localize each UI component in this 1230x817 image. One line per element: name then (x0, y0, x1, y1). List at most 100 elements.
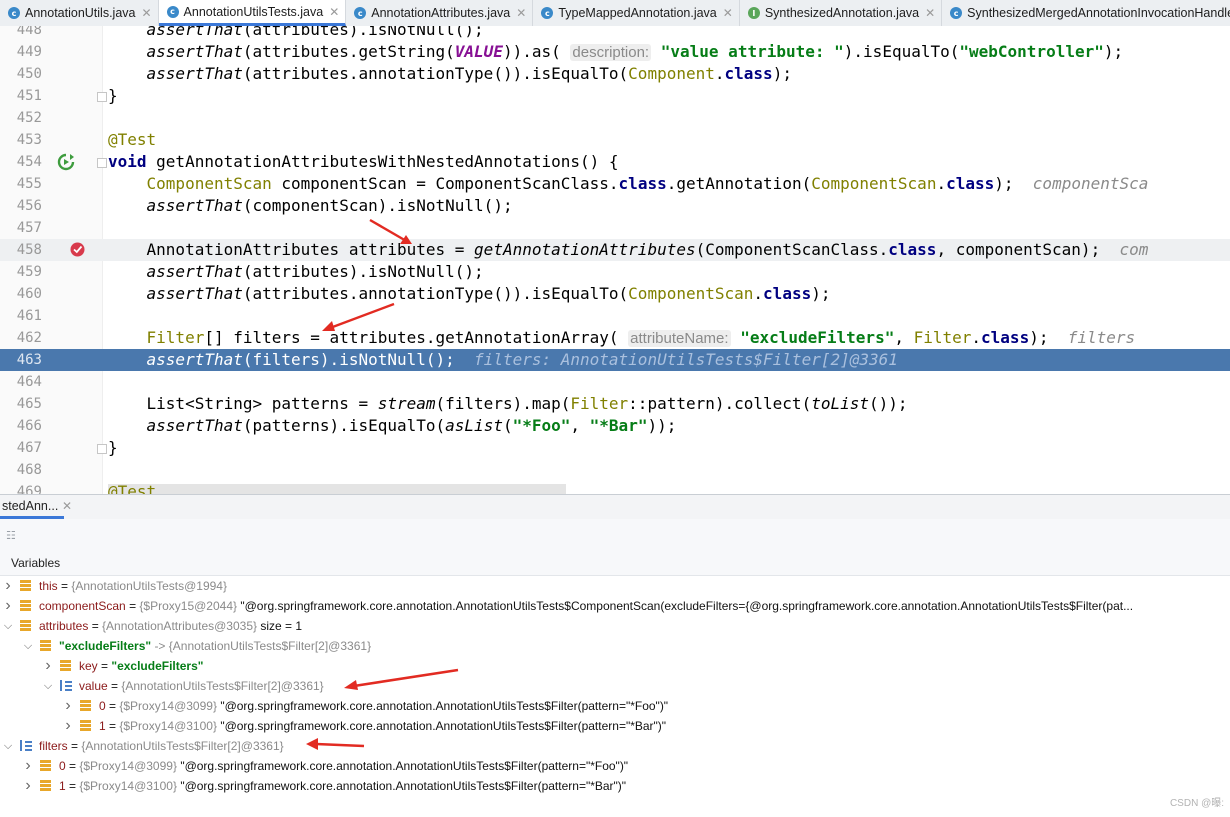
variable-name: 1 (59, 779, 66, 793)
inline-debug-value: filters (1067, 328, 1136, 347)
line-number: 455 (16, 176, 42, 192)
close-icon[interactable]: ✕ (925, 6, 935, 20)
editor-tab-bar: c AnnotationUtils.java ✕ c AnnotationUtilsTe… (0, 0, 1230, 27)
variable-row[interactable]: › componentScan = {$Proxy15@2044} "@org.s… (0, 596, 1230, 616)
fold-marker-icon[interactable] (97, 158, 107, 168)
field-icon (60, 660, 71, 671)
debug-toolbar: ☷ (0, 519, 1230, 549)
field-icon (80, 720, 91, 731)
variables-tree[interactable]: › this = {AnnotationUtilsTests@1994} › com… (0, 576, 1230, 817)
variable-row[interactable]: › key = "excludeFilters" (0, 656, 1230, 676)
chevron-right-icon[interactable]: › (23, 776, 33, 796)
line-number: 467 (16, 440, 42, 456)
code-line[interactable]: 448 assertThat(attributes).isNotNull(); (0, 26, 1230, 41)
close-icon[interactable]: ✕ (62, 499, 72, 513)
chevron-down-icon[interactable]: ⌵ (3, 616, 13, 636)
editor-tab[interactable]: c AnnotationAttributes.java ✕ (346, 0, 534, 26)
code-line[interactable]: 461 (0, 305, 1230, 327)
editor-tab[interactable]: c AnnotationUtils.java ✕ (0, 0, 159, 26)
code-line[interactable]: 456 assertThat(componentScan).isNotNull(… (0, 195, 1230, 217)
annotation-arrow-icon (322, 302, 395, 331)
code-text: assertThat(attributes.annotationType()).… (146, 64, 792, 83)
code-editor[interactable]: 448 assertThat(attributes).isNotNull(); … (0, 26, 1230, 494)
chevron-down-icon[interactable]: ⌵ (23, 636, 33, 656)
layout-icon[interactable]: ☷ (6, 529, 16, 542)
class-file-icon: c (354, 7, 367, 19)
code-line[interactable]: 454 void getAnnotationAttributesWithNest… (0, 151, 1230, 173)
close-icon[interactable]: ✕ (329, 5, 339, 19)
chevron-right-icon[interactable]: › (3, 596, 13, 616)
annotation-arrow-icon (306, 738, 365, 750)
code-line[interactable]: 450 assertThat(attributes.annotationType… (0, 63, 1230, 85)
variable-row[interactable]: ⌵ "excludeFilters" -> {AnnotationUtilsTes… (0, 636, 1230, 656)
field-icon (40, 780, 51, 791)
variables-title: Variables (11, 556, 61, 570)
fold-marker-icon[interactable] (97, 92, 107, 102)
code-line[interactable]: 468 (0, 459, 1230, 481)
chevron-right-icon[interactable]: › (3, 576, 13, 596)
fold-marker-icon[interactable] (97, 444, 107, 454)
param-hint-description: description: (570, 44, 652, 61)
code-line[interactable]: 452 (0, 107, 1230, 129)
line-number: 459 (16, 264, 42, 280)
chevron-right-icon[interactable]: › (43, 656, 53, 676)
editor-tab[interactable]: c TypeMappedAnnotation.java ✕ (533, 0, 740, 26)
code-line[interactable]: 451 } (0, 85, 1230, 107)
code-line[interactable]: 455 ComponentScan componentScan = Compon… (0, 173, 1230, 195)
line-number: 460 (16, 286, 42, 302)
code-line[interactable]: 459 assertThat(attributes).isNotNull(); (0, 261, 1230, 283)
code-line[interactable]: 466 assertThat(patterns).isEqualTo(asLis… (0, 415, 1230, 437)
code-text: assertThat(attributes).isNotNull(); (146, 26, 484, 39)
chevron-right-icon[interactable]: › (63, 696, 73, 716)
chevron-right-icon[interactable]: › (23, 756, 33, 776)
variable-type: {$Proxy15@2044} (139, 599, 238, 613)
variable-row[interactable]: › 1 = {$Proxy14@3100} "@org.springframewo… (0, 776, 1230, 796)
variable-type: -> {AnnotationUtilsTests$Filter[2]@3361} (154, 639, 372, 653)
code-text: assertThat(patterns).isEqualTo(asList("*… (146, 416, 677, 435)
close-icon[interactable]: ✕ (723, 6, 733, 20)
line-number: 461 (16, 308, 42, 324)
debug-session-tab[interactable]: stedAnn... (0, 495, 65, 519)
variable-row[interactable]: › this = {AnnotationUtilsTests@1994} (0, 576, 1230, 596)
line-number: 468 (16, 462, 42, 478)
code-line[interactable]: 469 @Test (0, 481, 1230, 494)
line-number: 457 (16, 220, 42, 236)
variable-name: 0 (59, 759, 66, 773)
variable-row[interactable]: ⌵ attributes = {AnnotationAttributes@3035… (0, 616, 1230, 636)
close-icon[interactable]: ✕ (516, 6, 526, 20)
variable-row[interactable]: › 0 = {$Proxy14@3099} "@org.springframewo… (0, 696, 1230, 716)
chevron-right-icon[interactable]: › (63, 716, 73, 736)
code-line[interactable]: 465 List<String> patterns = stream(filte… (0, 393, 1230, 415)
chevron-down-icon[interactable]: ⌵ (3, 736, 13, 756)
code-line[interactable]: 460 assertThat(attributes.annotationType… (0, 283, 1230, 305)
code-line-current-execution[interactable]: 463 assertThat(filters).isNotNull(); fil… (0, 349, 1230, 371)
code-line[interactable]: 449 assertThat(attributes.getString(VALU… (0, 41, 1230, 63)
variable-row[interactable]: ⌵ filters = {AnnotationUtilsTests$Filter[… (0, 736, 1230, 756)
editor-tab[interactable]: c SynthesizedMergedAnnotationInvocationHa… (942, 0, 1230, 26)
code-line[interactable]: 467 } (0, 437, 1230, 459)
interface-file-icon: I (747, 7, 760, 19)
code-text: assertThat(attributes.annotationType()).… (146, 284, 831, 303)
run-test-icon[interactable] (57, 153, 75, 171)
editor-tab[interactable]: c AnnotationUtilsTests.java ✕ (158, 0, 347, 26)
variable-type: {AnnotationUtilsTests$Filter[2]@3361} (121, 679, 324, 693)
line-number: 463 (16, 352, 42, 368)
code-line[interactable]: 453 @Test (0, 129, 1230, 151)
line-number: 453 (16, 132, 42, 148)
editor-tab[interactable]: I SynthesizedAnnotation.java ✕ (740, 0, 943, 26)
code-line[interactable]: 464 (0, 371, 1230, 393)
code-line-breakpoint[interactable]: 458 AnnotationAttributes attributes = ge… (0, 239, 1230, 261)
close-icon[interactable]: ✕ (141, 6, 151, 20)
code-line[interactable]: 457 (0, 217, 1230, 239)
variable-row[interactable]: ⌵ value = {AnnotationUtilsTests$Filter[2]… (0, 676, 1230, 696)
debug-session-tab-bar: stedAnn... ✕ (0, 494, 1230, 520)
variable-row[interactable]: › 1 = {$Proxy14@3100} "@org.springframewo… (0, 716, 1230, 736)
variable-row[interactable]: › 0 = {$Proxy14@3099} "@org.springframewo… (0, 756, 1230, 776)
editor-tab-label: AnnotationUtils.java (25, 6, 136, 20)
chevron-down-icon[interactable]: ⌵ (43, 676, 53, 696)
code-line[interactable]: 462 Filter[] filters = attributes.getAnn… (0, 327, 1230, 349)
code-text: @Test (108, 130, 157, 149)
field-icon (20, 580, 31, 591)
breakpoint-icon[interactable] (70, 242, 85, 257)
variable-name: 1 (99, 719, 106, 733)
